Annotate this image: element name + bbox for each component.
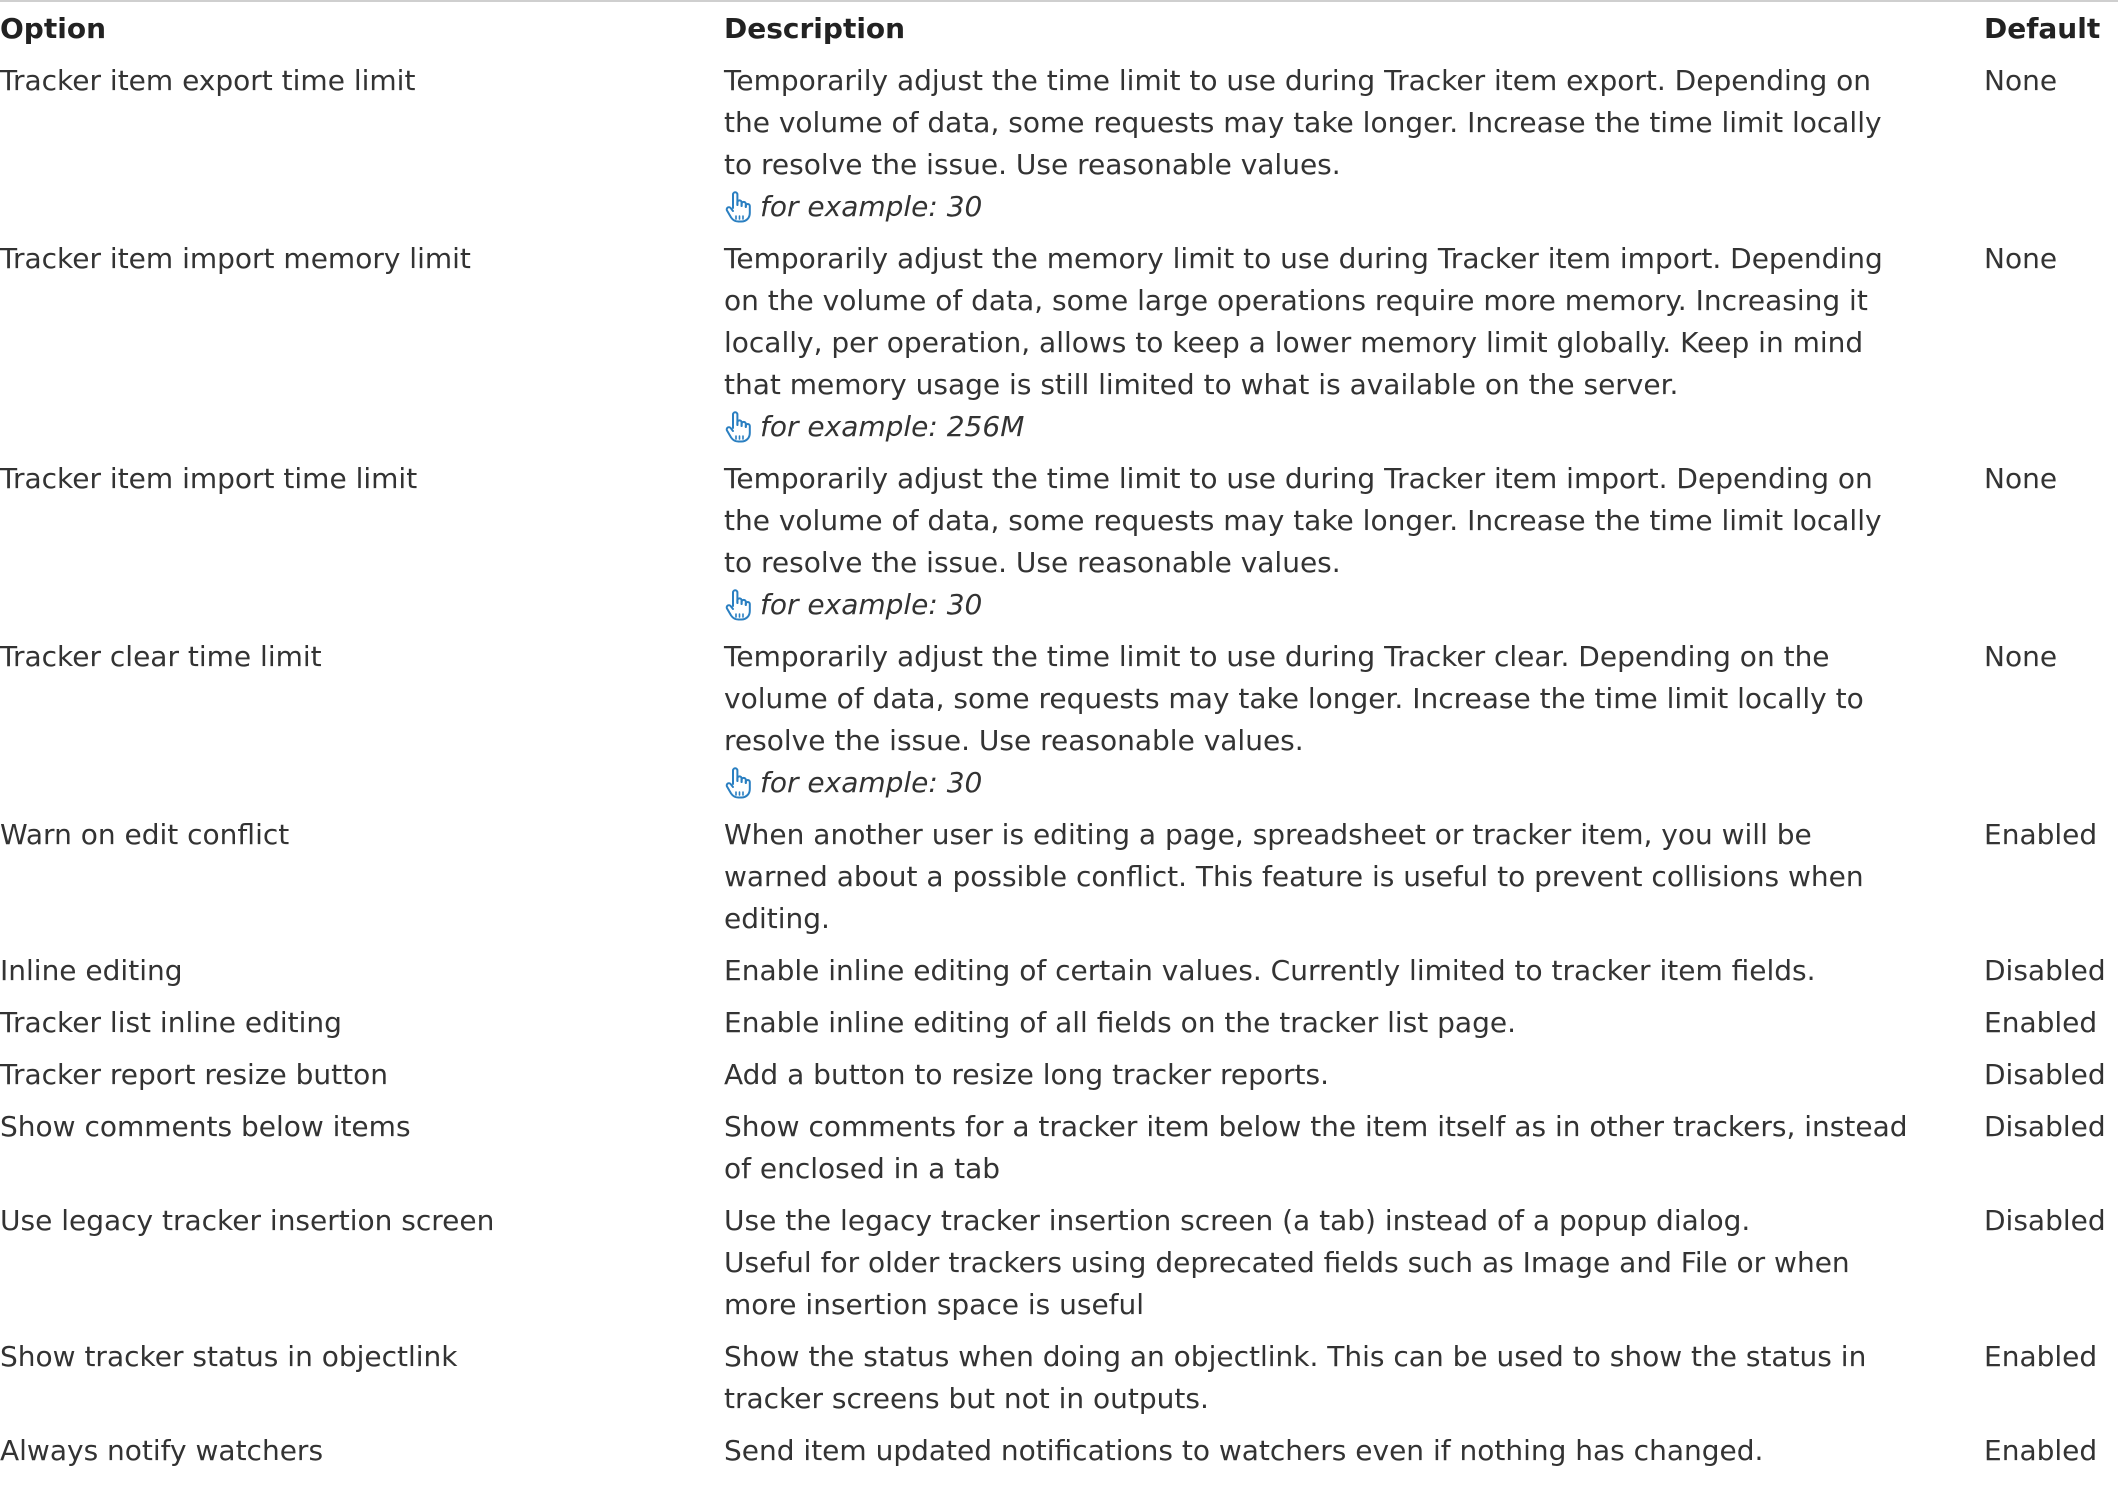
example-text: for example: 30 [760,588,983,621]
example-text: for example: 30 [760,190,983,223]
table-row: Inline editing Enable inline editing of … [0,945,2118,997]
table-body: Tracker item export time limit Temporari… [0,55,2118,1477]
table-row: Show comments below items Show comments … [0,1101,2118,1195]
column-header-default[interactable]: Default [1972,2,2118,55]
example-hint: for example: 30 [724,584,1954,626]
option-description: Temporarily adjust the time limit to use… [724,64,1882,181]
pointing-hand-icon [725,767,751,799]
example-hint: for example: 256M [724,406,1954,448]
option-name: Show comments below items [0,1110,411,1143]
example-text: for example: 30 [760,766,983,799]
option-description-cell: Use the legacy tracker insertion screen … [712,1195,1972,1331]
option-default-value: Enabled [1984,1006,2098,1039]
table-row: Tracker item import time limit Temporari… [0,453,2118,631]
example-text: for example: 256M [760,410,1025,443]
option-name: Always notify watchers [0,1434,324,1467]
option-name: Warn on edit conflict [0,818,290,851]
pointing-hand-icon [725,411,751,443]
preferences-table: Option Description Default Tracker item … [0,2,2118,1477]
option-name: Tracker item import memory limit [0,242,471,275]
option-default-value: None [1984,640,2058,673]
option-default-value: Disabled [1984,954,2106,987]
option-name: Tracker clear time limit [0,640,322,673]
option-name: Tracker item export time limit [0,64,416,97]
option-name: Use legacy tracker insertion screen [0,1204,495,1237]
pointing-hand-icon [725,191,751,223]
table-row: Use legacy tracker insertion screen Use … [0,1195,2118,1331]
column-header-option[interactable]: Option [0,2,712,55]
table-row: Warn on edit conflict When another user … [0,809,2118,945]
option-description: Temporarily adjust the time limit to use… [724,462,1882,579]
table-row: Tracker list inline editing Enable inlin… [0,997,2118,1049]
option-default-value: None [1984,64,2058,97]
option-name: Tracker list inline editing [0,1006,342,1039]
option-description-cell: Show comments for a tracker item below t… [712,1101,1972,1195]
table-row: Always notify watchers Send item updated… [0,1425,2118,1477]
preferences-table-container: Option Description Default Tracker item … [0,2,2118,1477]
example-hint: for example: 30 [724,186,1954,228]
option-description: Enable inline editing of certain values.… [724,954,1816,987]
option-description-cell: Add a button to resize long tracker repo… [712,1049,1972,1101]
option-default-value: None [1984,462,2058,495]
option-description: Temporarily adjust the memory limit to u… [724,242,1883,401]
table-row: Tracker clear time limit Temporarily adj… [0,631,2118,809]
option-description-cell: Enable inline editing of all fields on t… [712,997,1972,1049]
table-header-row: Option Description Default [0,2,2118,55]
option-name: Inline editing [0,954,183,987]
option-name: Tracker item import time limit [0,462,418,495]
table-row: Show tracker status in objectlink Show t… [0,1331,2118,1425]
option-description: When another user is editing a page, spr… [724,818,1864,935]
option-description-cell: Temporarily adjust the time limit to use… [712,55,1972,233]
option-name: Tracker report resize button [0,1058,388,1091]
example-hint: for example: 30 [724,762,1954,804]
option-description: Enable inline editing of all fields on t… [724,1006,1516,1039]
option-description: Temporarily adjust the time limit to use… [724,640,1864,757]
option-name: Show tracker status in objectlink [0,1340,458,1373]
option-default-value: None [1984,242,2058,275]
option-description-cell: Show the status when doing an objectlink… [712,1331,1972,1425]
table-row: Tracker item import memory limit Tempora… [0,233,2118,453]
option-description-cell: Temporarily adjust the time limit to use… [712,453,1972,631]
option-default-value: Disabled [1984,1110,2106,1143]
option-default-value: Disabled [1984,1058,2106,1091]
option-default-value: Enabled [1984,1340,2098,1373]
option-default-value: Enabled [1984,1434,2098,1467]
option-description-cell: Temporarily adjust the time limit to use… [712,631,1972,809]
option-default-value: Disabled [1984,1204,2106,1237]
table-row: Tracker item export time limit Temporari… [0,55,2118,233]
option-description: Add a button to resize long tracker repo… [724,1058,1329,1091]
table-row: Tracker report resize button Add a butto… [0,1049,2118,1101]
option-description-cell: Temporarily adjust the memory limit to u… [712,233,1972,453]
option-description: Show the status when doing an objectlink… [724,1340,1867,1415]
option-description-cell: When another user is editing a page, spr… [712,809,1972,945]
option-description-cell: Enable inline editing of certain values.… [712,945,1972,997]
option-description: Send item updated notifications to watch… [724,1434,1764,1467]
option-description-cell: Send item updated notifications to watch… [712,1425,1972,1477]
option-description: Show comments for a tracker item below t… [724,1110,1908,1185]
option-default-value: Enabled [1984,818,2098,851]
column-header-description[interactable]: Description [712,2,1972,55]
option-description: Use the legacy tracker insertion screen … [724,1204,1850,1321]
pointing-hand-icon [725,589,751,621]
